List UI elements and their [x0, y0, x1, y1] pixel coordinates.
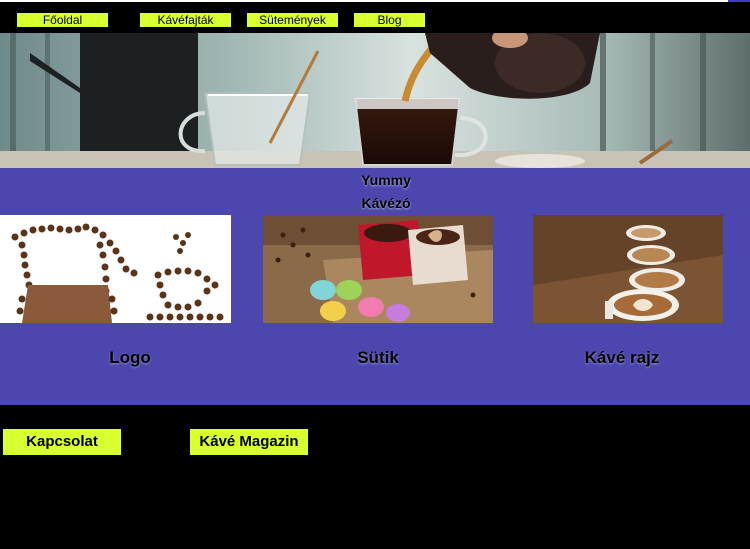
- card-label-sutik: Sütik: [357, 348, 399, 367]
- macarons-coffee-icon: [263, 215, 493, 323]
- card-label-logo: Logo: [109, 348, 151, 367]
- card-image-kave-rajz[interactable]: [533, 215, 723, 323]
- nav-fooldal[interactable]: Főoldal: [17, 13, 108, 27]
- nav-blog[interactable]: Blog: [354, 13, 425, 27]
- card-image-sutik[interactable]: [263, 215, 493, 323]
- latte-art-cups-icon: [533, 215, 723, 323]
- card-image-logo[interactable]: [0, 215, 231, 323]
- hero-image: [0, 33, 750, 168]
- hero-coffee-pour-illustration: [0, 33, 750, 168]
- coffee-bean-pot-icon: [11, 223, 224, 323]
- footer-kave-magazin-button[interactable]: Kávé Magazin: [190, 429, 308, 455]
- page-title-line1: Yummy: [361, 172, 411, 188]
- footer-kapcsolat-button[interactable]: Kapcsolat: [3, 429, 121, 455]
- page-title-line2: Kávézó: [361, 195, 411, 211]
- main-section: Yummy Kávézó Logo Sütik Kávé rajz: [0, 168, 750, 405]
- card-label-kave-rajz: Kávé rajz: [584, 348, 660, 367]
- nav-sutemenyek[interactable]: Sütemények: [247, 13, 338, 27]
- footer: Kapcsolat Kávé Magazin: [0, 405, 750, 549]
- nav-kavefajtak[interactable]: Kávéfajták: [140, 13, 231, 27]
- top-nav: Főoldal Kávéfajták Sütemények Blog: [0, 2, 750, 33]
